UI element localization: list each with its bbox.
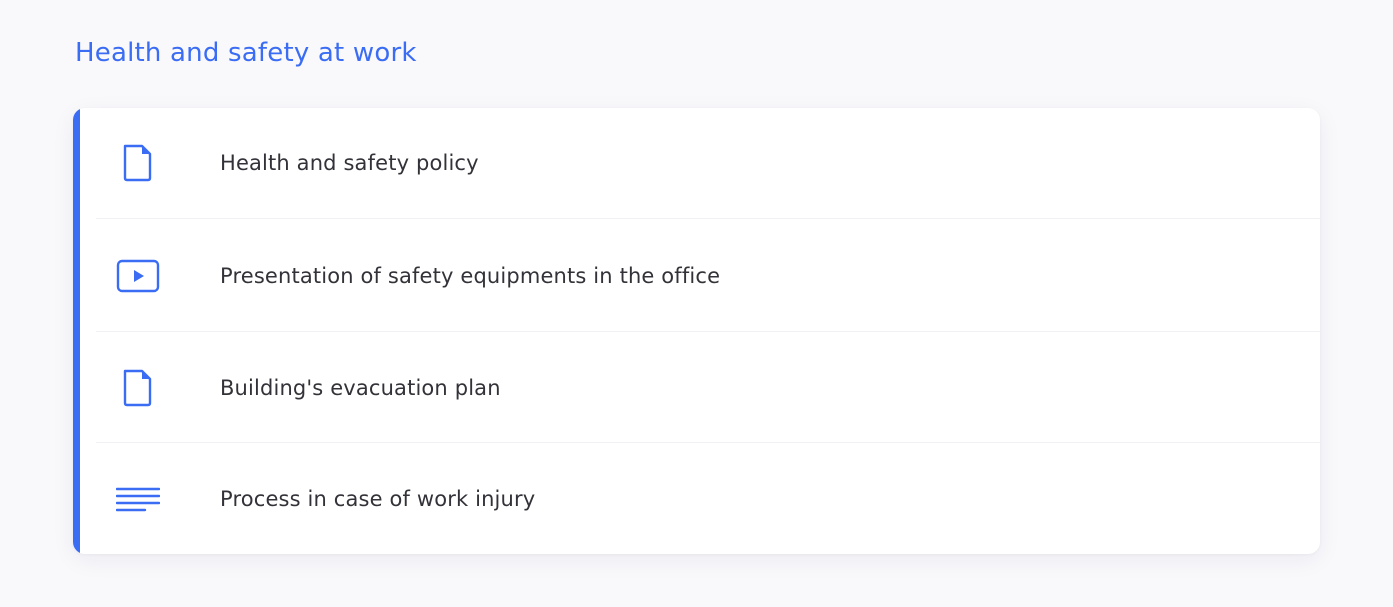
- list-item-health-and-safety-policy[interactable]: Health and safety policy: [96, 108, 1320, 218]
- list-item-label: Process in case of work injury: [220, 487, 536, 511]
- document-icon: [116, 366, 160, 410]
- list-item-label: Building's evacuation plan: [220, 375, 501, 400]
- list-item-process-in-case-of-work-injury[interactable]: Process in case of work injury: [96, 442, 1320, 554]
- document-icon: [116, 141, 160, 185]
- video-play-icon: [116, 254, 160, 298]
- section-title: Health and safety at work: [75, 38, 417, 68]
- text-lines-icon: [116, 477, 160, 521]
- list-item-buildings-evacuation-plan[interactable]: Building's evacuation plan: [96, 331, 1320, 443]
- list-item-presentation-of-safety-equipments[interactable]: Presentation of safety equipments in the…: [96, 218, 1320, 332]
- list-item-label: Presentation of safety equipments in the…: [220, 263, 721, 288]
- list-item-label: Health and safety policy: [220, 151, 479, 175]
- content-list: Health and safety policy Presentation of…: [73, 108, 1320, 554]
